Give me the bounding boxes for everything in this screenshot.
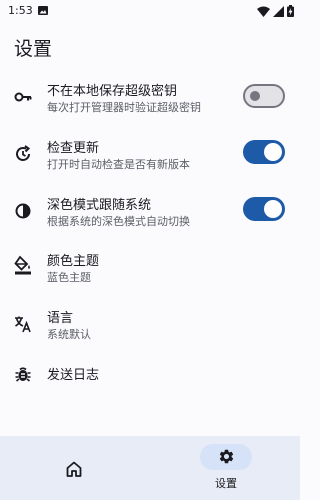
setting-title: 颜色主题: [47, 254, 100, 269]
signal-icon: [273, 5, 284, 17]
setting-row-dark-mode[interactable]: 深色模式跟随系统 根据系统的深色模式自动切换: [0, 194, 300, 240]
setting-title: 检查更新: [47, 141, 100, 156]
system-icons: [257, 5, 294, 17]
key-icon: [14, 92, 32, 102]
setting-row-super-key[interactable]: 不在本地保存超级密钥 每次打开管理器时验证超级密钥: [0, 80, 300, 126]
nav-item-home[interactable]: [0, 436, 150, 500]
switch-knob: [250, 91, 260, 101]
switch-knob: [264, 143, 282, 161]
setting-title: 发送日志: [47, 368, 100, 383]
gear-icon: [219, 449, 234, 464]
image-icon: [38, 6, 48, 15]
bug-icon: [15, 367, 31, 382]
setting-row-check-updates[interactable]: 检查更新 打开时自动检查是否有新版本: [0, 137, 300, 183]
setting-subtitle: 系统默认: [47, 328, 91, 341]
setting-row-send-logs[interactable]: 发送日志: [0, 364, 300, 410]
setting-row-color-theme[interactable]: 颜色主题 蓝色主题: [0, 250, 300, 296]
nav-item-settings[interactable]: 设置: [150, 436, 300, 500]
home-icon: [66, 461, 82, 477]
setting-title: 不在本地保存超级密钥: [47, 84, 178, 99]
status-bar: 1:53: [0, 0, 300, 22]
contrast-icon: [15, 203, 31, 219]
translate-icon: [15, 316, 31, 333]
nav-label-settings: 设置: [215, 477, 237, 490]
setting-row-language[interactable]: 语言 系统默认: [0, 307, 300, 353]
setting-title: 深色模式跟随系统: [47, 198, 152, 213]
paint-bucket-icon: [14, 255, 31, 275]
setting-subtitle: 蓝色主题: [47, 271, 91, 284]
battery-charging-icon: [287, 5, 294, 17]
setting-subtitle: 根据系统的深色模式自动切换: [47, 215, 190, 228]
page-title: 设置: [14, 38, 53, 60]
update-clock-icon: [16, 145, 31, 161]
setting-title: 语言: [47, 311, 74, 326]
bottom-navigation: 设置: [0, 436, 300, 500]
dark-mode-switch[interactable]: [243, 197, 285, 221]
setting-subtitle: 每次打开管理器时验证超级密钥: [47, 101, 201, 114]
super-key-switch[interactable]: [243, 84, 285, 108]
setting-subtitle: 打开时自动检查是否有新版本: [47, 158, 190, 171]
switch-knob: [264, 200, 282, 218]
check-updates-switch[interactable]: [243, 140, 285, 164]
status-time: 1:53: [8, 4, 33, 17]
wifi-icon: [257, 6, 270, 17]
